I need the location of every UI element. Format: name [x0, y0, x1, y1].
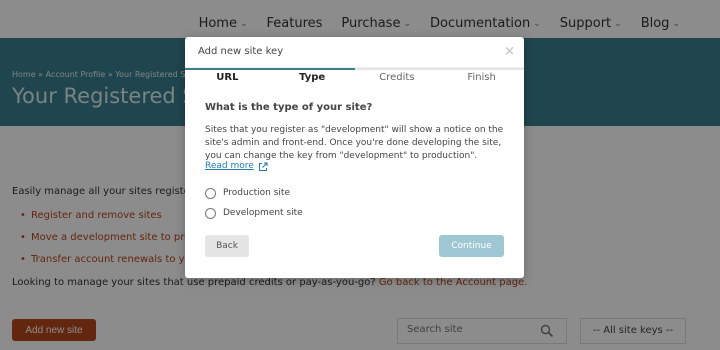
site-type-description: Sites that you register as "development"… — [205, 125, 504, 161]
step-label: Finish — [467, 72, 496, 83]
development-site-option[interactable]: Development site — [205, 206, 303, 220]
external-link-icon[interactable] — [258, 162, 268, 172]
step-label: Credits — [379, 72, 415, 83]
modal-title: Add new site key — [198, 46, 284, 57]
close-icon[interactable]: × — [504, 44, 515, 59]
option-label: Production site — [223, 188, 290, 198]
step-progress-bar — [185, 68, 270, 70]
production-site-option[interactable]: Production site — [205, 186, 290, 200]
back-button[interactable]: Back — [205, 235, 249, 257]
step-progress-bar — [269, 68, 355, 70]
step-progress-bar — [439, 68, 524, 70]
radio-button[interactable] — [205, 207, 216, 219]
read-more-link[interactable]: Read more — [205, 161, 254, 171]
add-site-key-modal: Add new site key × URL Type Credits Fini… — [185, 37, 524, 278]
site-type-question: What is the type of your site? — [205, 102, 373, 113]
step-label: Type — [299, 72, 326, 83]
step-credits: Credits — [354, 68, 440, 92]
option-label: Development site — [223, 208, 303, 218]
step-url: URL — [185, 68, 270, 92]
radio-button[interactable] — [205, 187, 216, 199]
step-label: URL — [216, 72, 239, 83]
step-tabs: URL Type Credits Finish — [185, 67, 524, 91]
step-finish: Finish — [439, 68, 524, 92]
step-type: Type — [269, 68, 355, 92]
step-progress-bar — [354, 68, 440, 70]
continue-button[interactable]: Continue — [439, 235, 504, 257]
